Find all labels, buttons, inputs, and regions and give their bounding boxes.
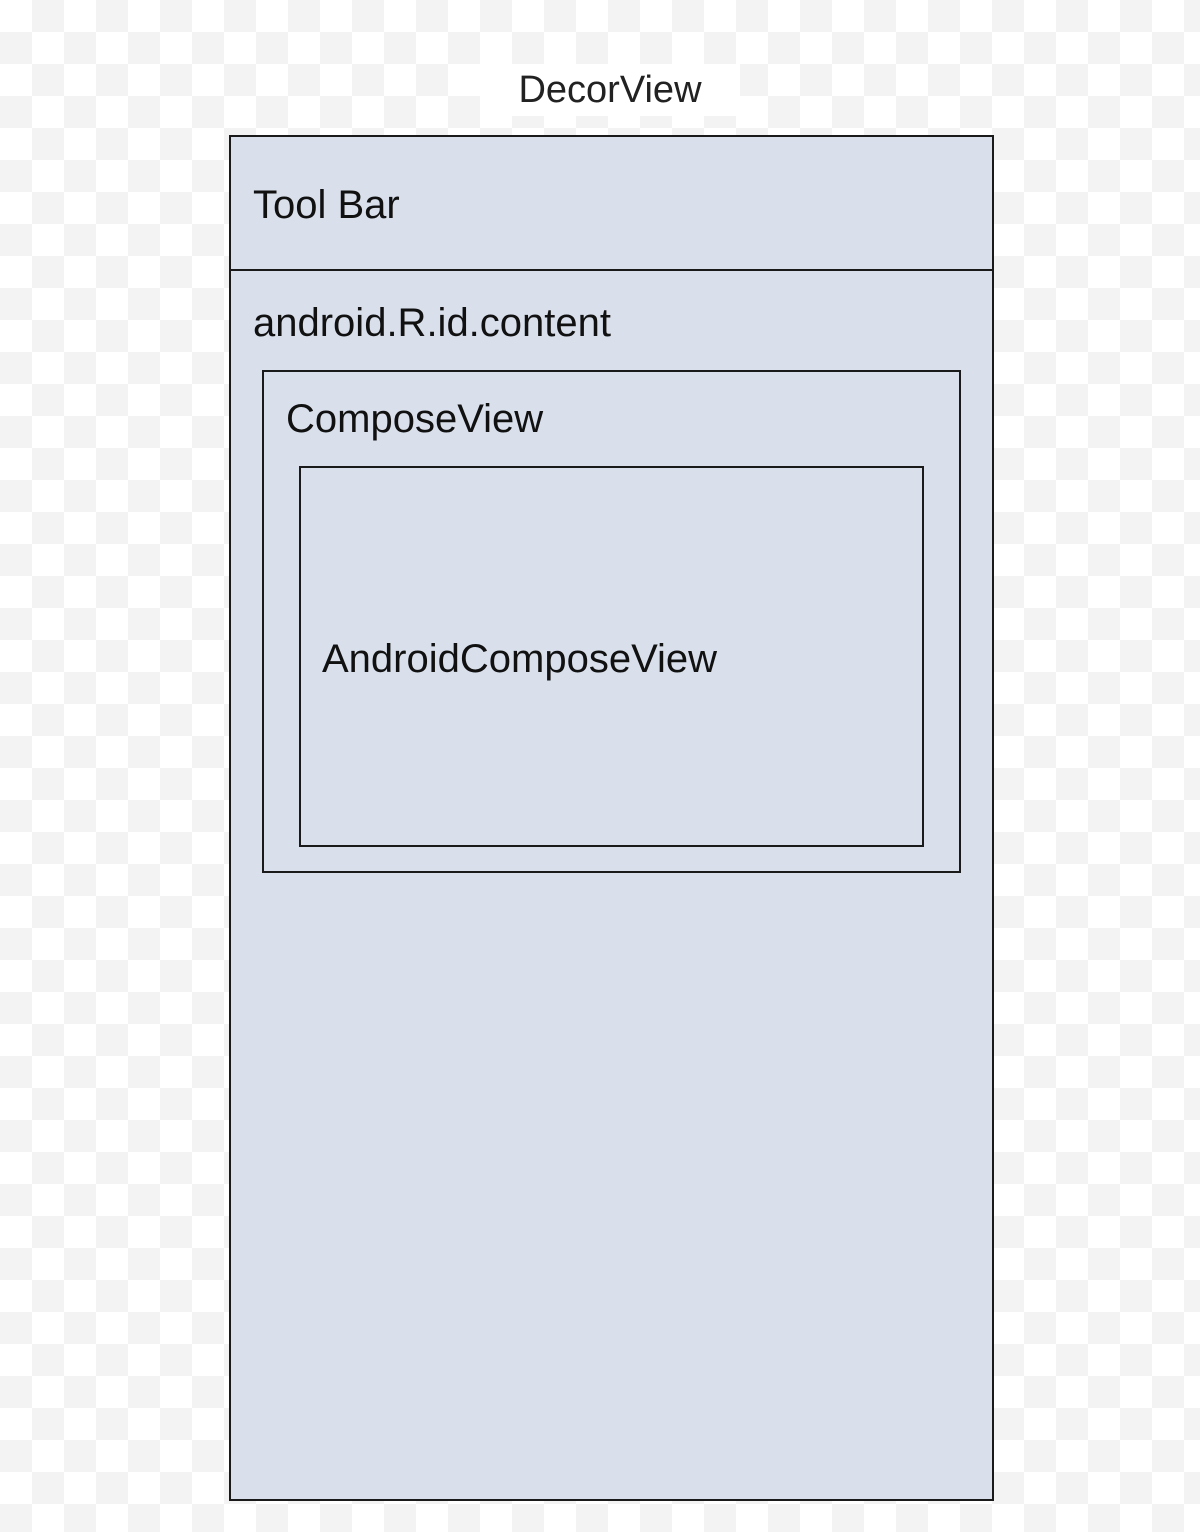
android-compose-view-label: AndroidComposeView xyxy=(322,637,718,681)
compose-view-label: ComposeView xyxy=(286,397,544,441)
view-hierarchy-diagram: DecorView Tool Bar android.R.id.content … xyxy=(0,0,1200,1532)
content-label: android.R.id.content xyxy=(253,301,612,345)
decor-view-title: DecorView xyxy=(480,64,740,116)
toolbar-label: Tool Bar xyxy=(253,183,400,227)
